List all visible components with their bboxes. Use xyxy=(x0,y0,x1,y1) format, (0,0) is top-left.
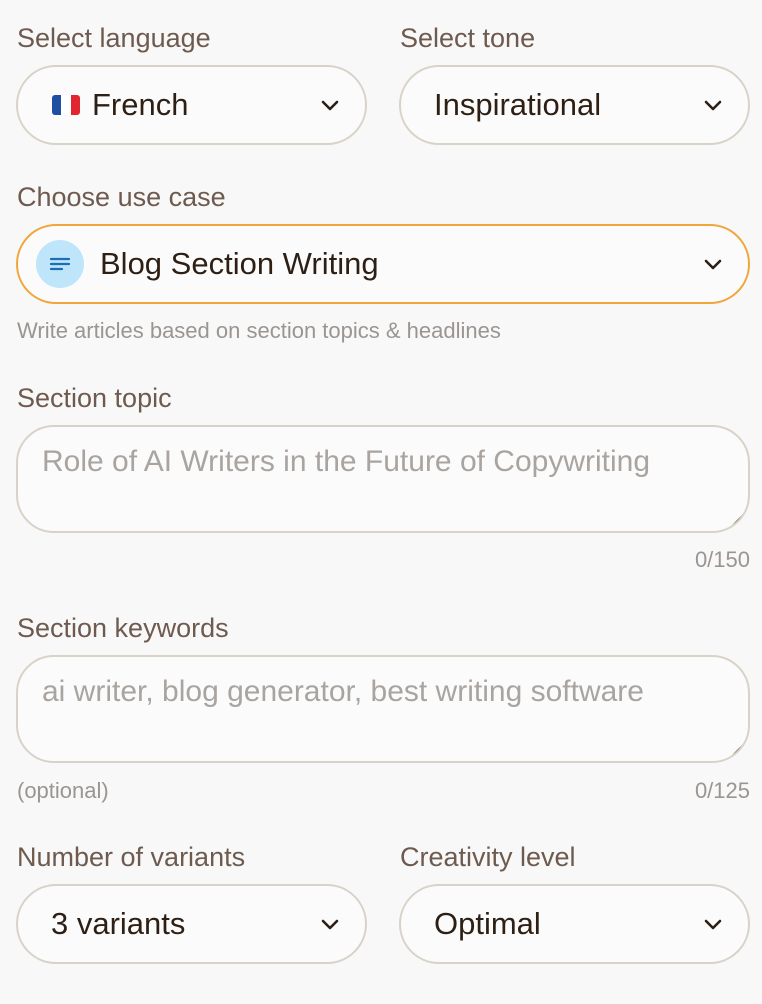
use-case-description: Write articles based on section topics &… xyxy=(17,318,501,343)
tone-value: Inspirational xyxy=(434,87,602,122)
lines-icon xyxy=(36,240,84,288)
france-flag-icon xyxy=(52,95,80,115)
creativity-value: Optimal xyxy=(434,906,541,941)
creativity-label: Creativity level xyxy=(400,842,576,872)
use-case-label: Choose use case xyxy=(17,182,226,212)
chevron-down-icon xyxy=(704,919,722,930)
use-case-value: Blog Section Writing xyxy=(100,246,379,281)
section-keywords-counter: 0/125 xyxy=(694,778,750,803)
section-keywords-label: Section keywords xyxy=(17,613,229,643)
chevron-down-icon xyxy=(704,100,722,111)
tone-select[interactable]: Inspirational xyxy=(399,65,750,145)
chevron-down-icon xyxy=(704,259,722,270)
language-value: French xyxy=(92,87,189,122)
section-topic-placeholder: Role of AI Writers in the Future of Copy… xyxy=(42,445,651,478)
resize-handle-icon[interactable] xyxy=(730,743,744,757)
section-keywords-input[interactable]: ai writer, blog generator, best writing … xyxy=(16,655,750,763)
variants-select[interactable]: 3 variants xyxy=(16,884,367,964)
chevron-down-icon xyxy=(321,100,339,111)
variants-value: 3 variants xyxy=(51,906,186,941)
tone-label: Select tone xyxy=(400,23,536,53)
language-select[interactable]: French xyxy=(16,65,367,145)
section-topic-counter: 0/150 xyxy=(694,547,750,572)
variants-label: Number of variants xyxy=(17,842,246,872)
creativity-select[interactable]: Optimal xyxy=(399,884,750,964)
section-topic-input[interactable]: Role of AI Writers in the Future of Copy… xyxy=(16,425,750,533)
optional-note: (optional) xyxy=(17,778,109,803)
resize-handle-icon[interactable] xyxy=(730,513,744,527)
chevron-down-icon xyxy=(321,919,339,930)
section-keywords-placeholder: ai writer, blog generator, best writing … xyxy=(42,675,644,708)
language-label: Select language xyxy=(17,23,211,53)
section-topic-label: Section topic xyxy=(17,383,172,413)
use-case-select[interactable]: Blog Section Writing xyxy=(16,224,750,304)
